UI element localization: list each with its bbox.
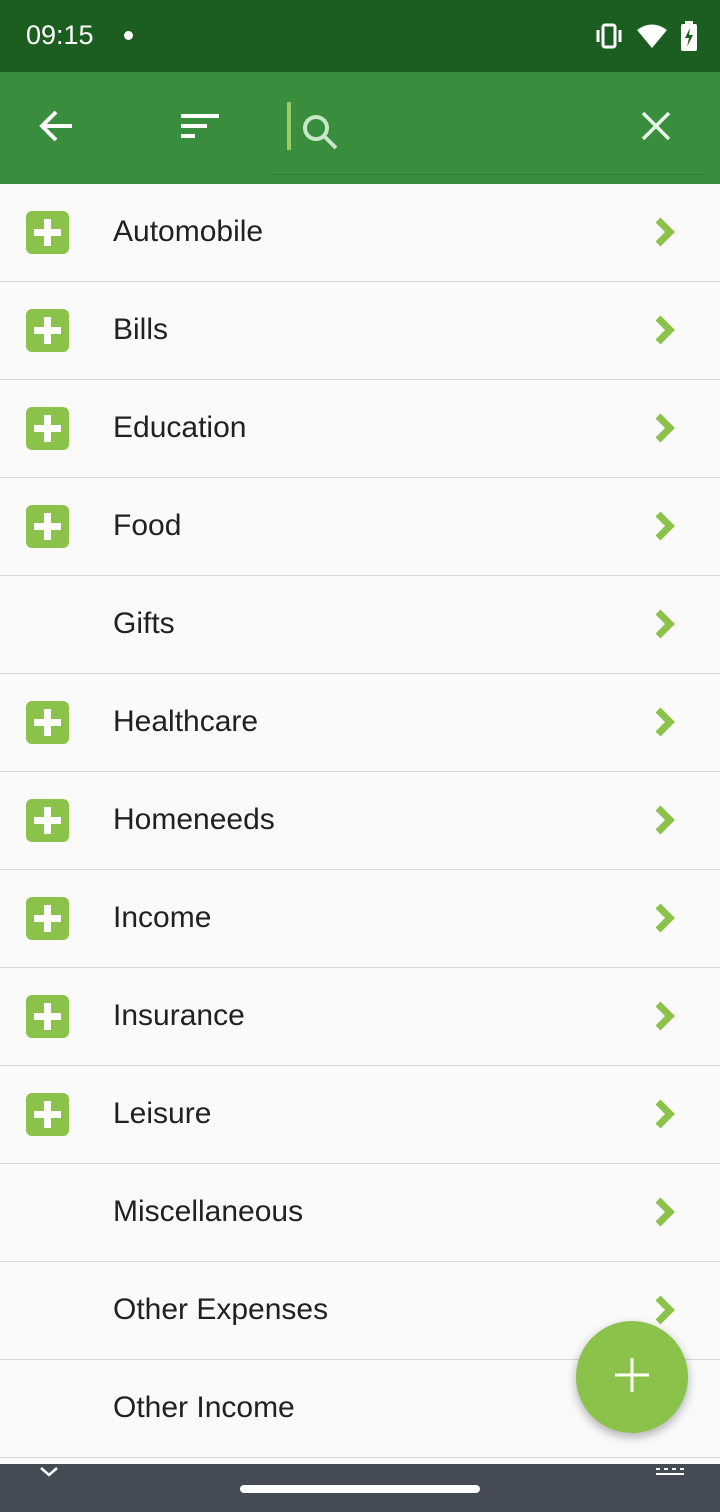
clear-search-button[interactable] bbox=[628, 100, 684, 156]
wifi-icon bbox=[636, 23, 668, 49]
category-label: Bills bbox=[113, 313, 169, 346]
expand-plus-icon[interactable] bbox=[26, 799, 69, 842]
chevron-right-icon[interactable] bbox=[648, 998, 680, 1034]
search-input[interactable] bbox=[350, 104, 624, 158]
chevron-right-icon[interactable] bbox=[648, 704, 680, 740]
chevron-right-icon[interactable] bbox=[648, 312, 680, 348]
category-label: Automobile bbox=[113, 215, 264, 248]
expand-plus-icon[interactable] bbox=[26, 897, 69, 940]
chevron-right-icon[interactable] bbox=[648, 1194, 680, 1230]
category-row[interactable]: Gifts bbox=[0, 576, 720, 674]
category-row[interactable]: Homeneeds bbox=[0, 772, 720, 870]
add-category-button[interactable] bbox=[576, 1321, 688, 1433]
expand-plus-icon[interactable] bbox=[26, 995, 69, 1038]
category-label: Insurance bbox=[113, 999, 245, 1032]
status-time: 09:15 bbox=[26, 20, 94, 50]
category-row[interactable]: Bills bbox=[0, 282, 720, 380]
vibrate-icon bbox=[594, 22, 624, 50]
sort-icon bbox=[181, 112, 219, 145]
hide-keyboard-icon[interactable] bbox=[38, 1464, 60, 1482]
category-row[interactable]: Education bbox=[0, 380, 720, 478]
system-nav-bar bbox=[0, 1464, 720, 1512]
expand-plus-icon[interactable] bbox=[26, 407, 69, 450]
chevron-right-icon[interactable] bbox=[648, 900, 680, 936]
plus-icon bbox=[613, 1356, 651, 1399]
chevron-right-icon[interactable] bbox=[648, 606, 680, 642]
search-icon bbox=[300, 112, 340, 152]
category-label: Miscellaneous bbox=[113, 1195, 304, 1228]
category-label: Gifts bbox=[113, 607, 175, 640]
status-bar: 09:15 bbox=[0, 0, 720, 72]
category-row[interactable]: Income bbox=[0, 870, 720, 968]
chevron-right-icon[interactable] bbox=[648, 1292, 680, 1328]
notification-dot-icon bbox=[124, 31, 133, 40]
expand-plus-icon[interactable] bbox=[26, 701, 69, 744]
keyboard-switch-icon[interactable] bbox=[654, 1464, 686, 1482]
category-label: Education bbox=[113, 411, 247, 444]
chevron-right-icon[interactable] bbox=[648, 508, 680, 544]
category-label: Other Expenses bbox=[113, 1293, 329, 1326]
chevron-right-icon[interactable] bbox=[648, 410, 680, 446]
category-row[interactable]: Food bbox=[0, 478, 720, 576]
expand-plus-icon[interactable] bbox=[26, 1093, 69, 1136]
expand-plus-icon[interactable] bbox=[26, 211, 69, 254]
expand-plus-icon[interactable] bbox=[26, 309, 69, 352]
home-handle[interactable] bbox=[240, 1485, 480, 1493]
category-row[interactable]: Automobile bbox=[0, 184, 720, 282]
chevron-right-icon[interactable] bbox=[648, 214, 680, 250]
battery-charging-icon bbox=[680, 21, 698, 51]
category-label: Other Income bbox=[113, 1391, 295, 1424]
expand-plus-icon[interactable] bbox=[26, 505, 69, 548]
category-label: Food bbox=[113, 509, 182, 542]
text-cursor bbox=[287, 102, 291, 150]
chevron-right-icon[interactable] bbox=[648, 802, 680, 838]
category-label: Homeneeds bbox=[113, 803, 275, 836]
status-icons bbox=[594, 20, 698, 52]
category-label: Healthcare bbox=[113, 705, 259, 738]
category-row[interactable]: Insurance bbox=[0, 968, 720, 1066]
category-row[interactable]: Healthcare bbox=[0, 674, 720, 772]
category-label: Leisure bbox=[113, 1097, 212, 1130]
close-icon bbox=[641, 111, 671, 146]
category-label: Income bbox=[113, 901, 212, 934]
category-row[interactable]: Miscellaneous bbox=[0, 1164, 720, 1262]
chevron-right-icon[interactable] bbox=[648, 1096, 680, 1132]
back-button[interactable] bbox=[28, 100, 84, 156]
arrow-left-icon bbox=[38, 110, 74, 147]
sort-button[interactable] bbox=[172, 100, 228, 156]
category-list: Automobile Bills Education Food Gifts Healthc… bbox=[0, 184, 720, 1458]
category-row[interactable]: Leisure bbox=[0, 1066, 720, 1164]
